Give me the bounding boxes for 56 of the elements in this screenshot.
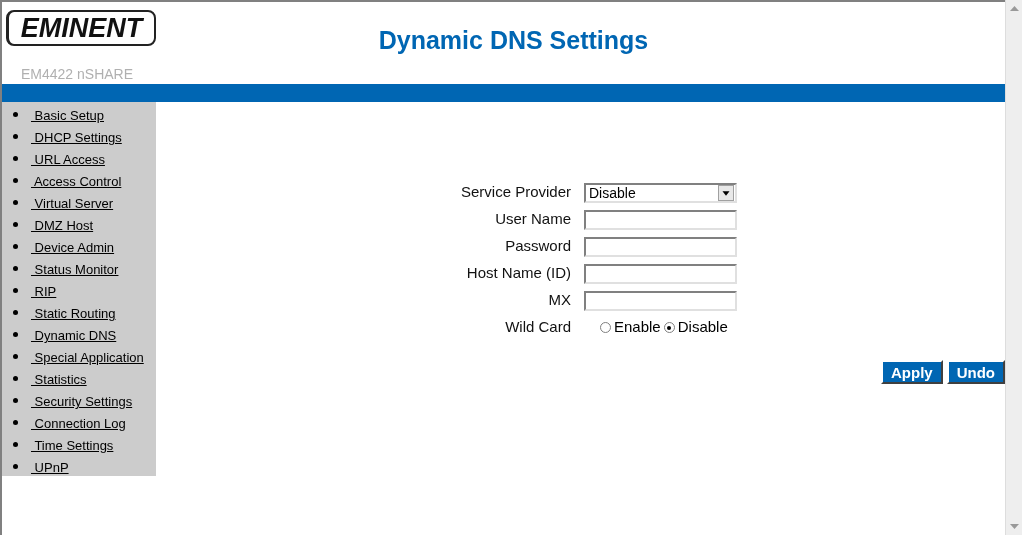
sidebar-link[interactable]: Special Application [31, 348, 144, 368]
bullet-icon [13, 331, 18, 337]
action-button[interactable]: Undo [946, 360, 1005, 384]
bullet-icon [13, 353, 18, 359]
action-button[interactable]: Apply [881, 360, 943, 384]
field-label: User Name [494, 209, 571, 230]
radio-label: Disable [677, 317, 728, 338]
bullet-icon [13, 177, 18, 183]
sidebar-link[interactable]: RIP [31, 282, 57, 302]
text-field[interactable] [584, 236, 737, 257]
sidebar-link[interactable]: Time Settings [31, 436, 114, 456]
bullet-icon [13, 265, 18, 271]
sidebar-link[interactable]: Static Routing [31, 304, 116, 324]
radio-button[interactable] [663, 322, 675, 333]
bullet-icon [13, 133, 18, 139]
model-name: EM4422 nSHARE [21, 67, 135, 81]
bullet-icon [13, 243, 18, 249]
field-label: Password [504, 236, 571, 257]
field-label: MX [547, 290, 571, 311]
text-field[interactable] [584, 263, 737, 284]
scroll-down-icon[interactable] [1009, 524, 1019, 529]
bullet-icon [13, 309, 18, 315]
radio-button[interactable] [600, 322, 611, 333]
sidebar-link[interactable]: Device Admin [31, 238, 115, 258]
sidebar-link[interactable]: Access Control [31, 172, 122, 192]
sidebar-link[interactable]: Statistics [31, 370, 87, 390]
text-field[interactable] [584, 290, 737, 311]
bullet-icon [13, 155, 18, 161]
sidebar-link[interactable]: DMZ Host [31, 216, 94, 236]
sidebar-link[interactable]: Dynamic DNS [31, 326, 117, 346]
sidebar-link[interactable]: Connection Log [31, 414, 126, 434]
bullet-icon [13, 287, 18, 293]
bullet-icon [13, 111, 18, 117]
bullet-icon [13, 463, 18, 469]
bullet-icon [13, 199, 18, 205]
sidebar-link[interactable]: Security Settings [31, 392, 133, 412]
scroll-up-icon[interactable] [1009, 6, 1019, 11]
text-field[interactable] [584, 209, 737, 230]
sidebar-link[interactable]: UPnP [31, 458, 69, 478]
bullet-icon [13, 419, 18, 425]
sidebar-link[interactable]: URL Access [31, 150, 105, 170]
provider-dropdown[interactable]: Disable [584, 182, 737, 203]
sidebar-link[interactable]: Basic Setup [31, 106, 104, 126]
field-label: Service Provider [459, 182, 571, 203]
radio-label: Enable [614, 317, 661, 338]
sidebar-link[interactable]: Virtual Server [31, 194, 114, 214]
sidebar-link[interactable]: DHCP Settings [31, 128, 122, 148]
page-title: Dynamic DNS Settings [378, 28, 649, 56]
bullet-icon [13, 397, 18, 403]
sidebar-link[interactable]: Status Monitor [31, 260, 119, 280]
field-label: Wild Card [504, 317, 571, 338]
bullet-icon [13, 221, 18, 227]
logo: EMINENT [6, 10, 156, 46]
bullet-icon [13, 375, 18, 381]
bullet-icon [13, 441, 18, 447]
field-label: Host Name (ID) [465, 263, 571, 284]
